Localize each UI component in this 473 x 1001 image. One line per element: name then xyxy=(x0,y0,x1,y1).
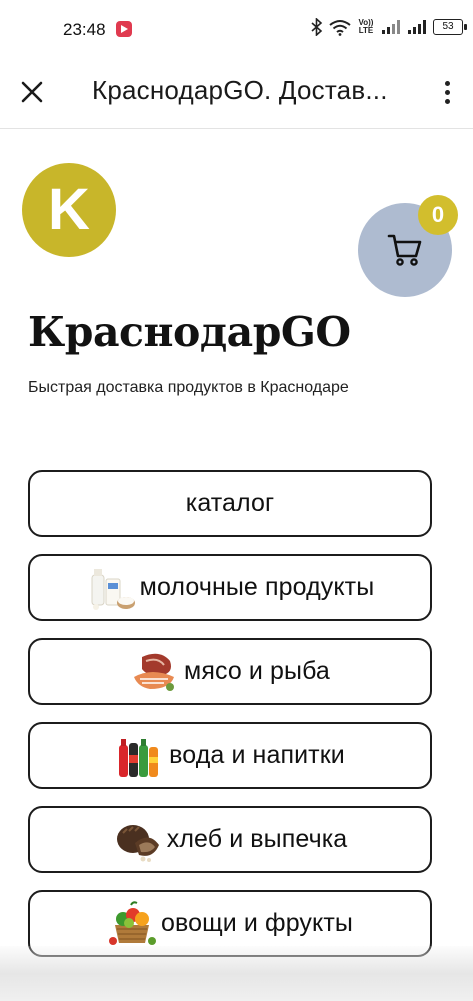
drinks-icon xyxy=(119,738,159,777)
vegetables-icon xyxy=(109,900,157,945)
more-dot-icon xyxy=(444,80,450,86)
app-bar: КраснодарGO. Достав... xyxy=(0,58,473,129)
category-label: молочные продукты xyxy=(139,573,375,601)
youtube-notification-icon xyxy=(116,21,132,37)
page-subtitle: Быстрая доставка продуктов в Краснодаре xyxy=(28,379,349,396)
signal-icon-1 xyxy=(382,20,400,34)
volte-icon: Vo)) LTE xyxy=(358,18,374,35)
category-button-catalog[interactable]: каталог xyxy=(28,470,432,537)
more-options-button[interactable] xyxy=(435,74,459,110)
category-label: каталог xyxy=(185,489,275,517)
category-button-bread[interactable]: хлеб и выпечка xyxy=(28,806,432,873)
category-label: хлеб и выпечка xyxy=(166,825,348,853)
dairy-icon xyxy=(91,568,135,610)
category-button-dairy[interactable]: молочные продукты xyxy=(28,554,432,621)
status-icons: Vo)) LTE 53 xyxy=(311,18,467,36)
page-title: КраснодарGO xyxy=(28,308,351,356)
close-icon xyxy=(21,81,43,103)
category-button-drinks[interactable]: вода и напитки xyxy=(28,722,432,789)
shop-logo: K xyxy=(22,163,116,257)
cart-icon xyxy=(387,234,422,266)
category-label: вода и напитки xyxy=(169,741,345,769)
close-button[interactable] xyxy=(16,76,48,108)
category-label: овощи и фрукты xyxy=(161,909,353,937)
cart-count-badge: 0 xyxy=(418,195,458,235)
meat-fish-icon xyxy=(134,653,175,691)
battery-icon: 53 xyxy=(433,19,467,35)
category-button-meat-fish[interactable]: мясо и рыба xyxy=(28,638,432,705)
category-label: мясо и рыба xyxy=(184,657,330,685)
signal-icon-2 xyxy=(408,20,426,34)
navigation-bar-shadow xyxy=(0,946,473,1001)
app-bar-title: КраснодарGO. Достав... xyxy=(92,75,388,105)
bluetooth-icon xyxy=(311,18,323,36)
more-dot-icon xyxy=(444,98,450,104)
wifi-icon xyxy=(329,19,351,36)
bread-icon xyxy=(116,824,159,862)
status-bar: 23:48 Vo)) LTE 53 xyxy=(0,0,473,58)
status-time: 23:48 xyxy=(63,20,106,39)
more-dot-icon xyxy=(444,89,450,95)
category-list: каталог молочные продукты мясо и рыба во… xyxy=(28,470,432,974)
